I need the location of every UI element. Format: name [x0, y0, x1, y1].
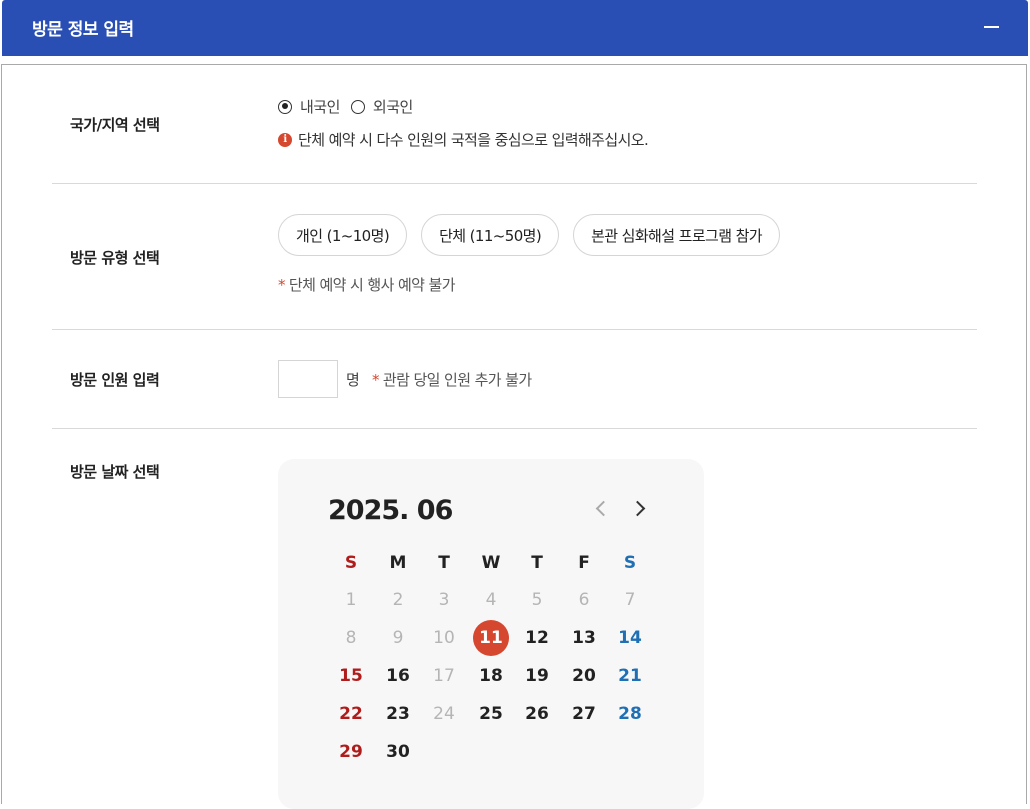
divider: [52, 428, 977, 429]
visit-type-note-text: 단체 예약 시 행사 예약 불가: [288, 276, 456, 294]
radio-foreign-label: 외국인: [372, 98, 413, 116]
weekday-tue: T: [438, 553, 450, 573]
calendar-day: 8: [345, 628, 357, 648]
minus-icon[interactable]: [984, 26, 999, 28]
chevron-right-icon[interactable]: [629, 500, 646, 517]
weekday-sun: S: [344, 553, 358, 573]
calendar-day[interactable]: 23: [380, 696, 416, 732]
calendar-day: 5: [531, 590, 543, 610]
section-header: 방문 정보 입력: [2, 0, 1028, 56]
radio-checked-icon[interactable]: [278, 99, 292, 114]
calendar-day: 2: [392, 590, 404, 610]
calendar-day[interactable]: 27: [566, 696, 602, 732]
visit-type-individual-button[interactable]: 개인 (1~10명): [278, 214, 408, 256]
asterisk: *: [278, 276, 285, 294]
visit-type-program-button[interactable]: 본관 심화해설 프로그램 참가: [573, 214, 780, 256]
calendar-day[interactable]: 20: [566, 658, 602, 694]
calendar-day[interactable]: 29: [333, 734, 369, 770]
weekday-mon: M: [389, 553, 407, 573]
calendar-day[interactable]: 26: [519, 696, 555, 732]
radio-foreign[interactable]: 외국인: [350, 96, 413, 117]
weekday-sat: S: [623, 553, 637, 573]
calendar-day: 7: [624, 590, 636, 610]
weekday-fri: F: [578, 553, 590, 573]
calendar-month-title: 2025. 06: [328, 495, 453, 526]
radio-domestic-label: 내국인: [300, 98, 340, 116]
calendar-day[interactable]: 14: [612, 620, 648, 656]
country-notice-text: 단체 예약 시 다수 인원의 국적을 중심으로 입력해주십시오.: [298, 131, 649, 149]
visit-type-group-button[interactable]: 단체 (11~50명): [421, 214, 560, 256]
calendar-day[interactable]: 12: [519, 620, 555, 656]
visit-type-label: 방문 유형 선택: [70, 249, 160, 267]
headcount-label: 방문 인원 입력: [70, 371, 160, 389]
calendar-day[interactable]: 16: [380, 658, 416, 694]
calendar-day[interactable]: 18: [473, 658, 509, 694]
calendar-day[interactable]: 25: [473, 696, 509, 732]
calendar-day: 3: [438, 590, 450, 610]
headcount-unit: 명: [346, 371, 360, 389]
headcount-input[interactable]: [278, 360, 338, 398]
divider: [52, 329, 977, 330]
calendar-day[interactable]: 28: [612, 696, 648, 732]
calendar-day[interactable]: 19: [519, 658, 555, 694]
calendar-day: 6: [578, 590, 590, 610]
calendar-day[interactable]: 21: [612, 658, 648, 694]
calendar-day[interactable]: 30: [380, 734, 416, 770]
calendar-day: 24: [433, 704, 455, 724]
section-title: 방문 정보 입력: [32, 20, 134, 40]
radio-domestic[interactable]: 내국인: [278, 96, 340, 117]
country-radio-group: 내국인 외국인: [278, 96, 424, 117]
headcount-note: * 관람 당일 인원 추가 불가: [372, 369, 532, 390]
weekday-thu: T: [531, 553, 543, 573]
weekday-wed: W: [481, 553, 501, 573]
headcount-note-text: 관람 당일 인원 추가 불가: [382, 371, 532, 389]
info-icon: i: [278, 132, 292, 147]
calendar-day: 17: [433, 666, 455, 686]
calendar-day: 9: [392, 628, 404, 648]
calendar: 2025. 06 S M T W T F S 1 2 3 4 5 6 7 8 9 10 11 12 13 14 15 16 1…: [278, 459, 704, 809]
visit-type-options: 개인 (1~10명) 단체 (11~50명) 본관 심화해설 프로그램 참가: [278, 214, 794, 256]
calendar-day[interactable]: 13: [566, 620, 602, 656]
calendar-day: 1: [345, 590, 357, 610]
calendar-day[interactable]: 22: [333, 696, 369, 732]
country-label: 국가/지역 선택: [70, 116, 160, 134]
divider: [52, 183, 977, 184]
calendar-day: 4: [485, 590, 497, 610]
visit-type-note: * 단체 예약 시 행사 예약 불가: [278, 274, 456, 295]
asterisk: *: [372, 371, 379, 389]
calendar-day: 10: [433, 628, 455, 648]
chevron-left-icon[interactable]: [595, 500, 612, 517]
calendar-day-selected[interactable]: 11: [473, 620, 509, 656]
country-notice: i 단체 예약 시 다수 인원의 국적을 중심으로 입력해주십시오.: [278, 129, 649, 150]
radio-unchecked-icon[interactable]: [350, 99, 365, 114]
date-label: 방문 날짜 선택: [70, 463, 160, 481]
calendar-day[interactable]: 15: [333, 658, 369, 694]
